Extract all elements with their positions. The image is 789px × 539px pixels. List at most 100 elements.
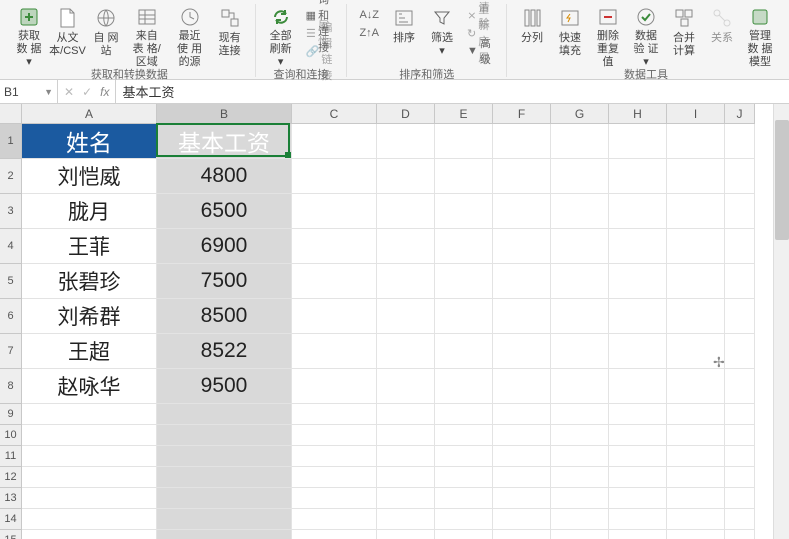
column-header[interactable]: B [157,104,292,124]
cell[interactable] [551,299,609,334]
select-all-corner[interactable] [0,104,22,124]
cell[interactable] [377,425,435,446]
cell[interactable] [435,369,493,404]
cell[interactable] [292,124,377,159]
cell[interactable]: 赵咏华 [22,369,157,404]
cell[interactable] [157,488,292,509]
sort-desc-button[interactable]: Z↑A [355,24,383,42]
cell[interactable] [667,425,725,446]
cell[interactable] [435,159,493,194]
column-header[interactable]: C [292,104,377,124]
cell[interactable] [435,334,493,369]
cell[interactable] [435,404,493,425]
filter-button[interactable]: 筛选 ▾ [423,4,461,64]
from-web-button[interactable]: 自 网站 [87,4,125,64]
cell[interactable] [725,124,755,159]
row-header[interactable]: 13 [0,488,22,509]
cell[interactable] [725,488,755,509]
cell[interactable] [609,264,667,299]
cell[interactable] [22,530,157,539]
cell[interactable] [609,404,667,425]
cell[interactable] [435,299,493,334]
cell[interactable] [609,334,667,369]
cell[interactable] [22,467,157,488]
cell[interactable] [551,488,609,509]
cell[interactable] [493,404,551,425]
cell[interactable] [667,264,725,299]
column-header[interactable]: F [493,104,551,124]
row-header[interactable]: 14 [0,509,22,530]
cell[interactable] [609,299,667,334]
cell[interactable] [725,159,755,194]
cell[interactable] [377,299,435,334]
cell[interactable] [725,334,755,369]
cell[interactable] [377,509,435,530]
row-header[interactable]: 3 [0,194,22,229]
cell[interactable] [725,467,755,488]
cell[interactable] [493,159,551,194]
column-header[interactable]: G [551,104,609,124]
cell[interactable] [493,369,551,404]
cell[interactable] [609,159,667,194]
cell[interactable] [551,425,609,446]
cell[interactable]: 王超 [22,334,157,369]
cell[interactable] [157,404,292,425]
cell[interactable] [292,194,377,229]
cell[interactable] [157,509,292,530]
text-to-columns-button[interactable]: 分列 [513,4,551,64]
cell[interactable] [292,159,377,194]
cell[interactable]: 6900 [157,229,292,264]
column-header[interactable]: A [22,104,157,124]
formula-input[interactable]: 基本工资 [116,80,789,103]
cell[interactable] [292,425,377,446]
cell[interactable]: 8522 [157,334,292,369]
refresh-all-button[interactable]: 全部刷新 ▾ [262,4,300,64]
cell[interactable] [551,369,609,404]
cell[interactable]: 王菲 [22,229,157,264]
cell[interactable] [609,467,667,488]
cell[interactable]: 8500 [157,299,292,334]
cell[interactable] [551,334,609,369]
from-table-range-button[interactable]: 来自表 格/区域 [125,4,169,64]
column-header[interactable]: J [725,104,755,124]
cell[interactable] [22,488,157,509]
cell[interactable] [435,264,493,299]
sort-asc-button[interactable]: A↓Z [355,6,383,24]
cell[interactable] [551,194,609,229]
cell[interactable] [667,124,725,159]
cell[interactable] [435,229,493,264]
cell[interactable] [377,264,435,299]
cell[interactable] [292,509,377,530]
cell[interactable] [667,467,725,488]
vertical-scrollbar[interactable] [773,104,789,539]
sort-button[interactable]: 排序 [385,4,423,64]
cell[interactable] [667,530,725,539]
cell[interactable] [609,124,667,159]
row-header[interactable]: 2 [0,159,22,194]
cell[interactable] [292,264,377,299]
cell[interactable] [292,530,377,539]
cell[interactable]: 刘希群 [22,299,157,334]
row-header[interactable]: 10 [0,425,22,446]
row-header[interactable]: 5 [0,264,22,299]
cell[interactable] [551,467,609,488]
cell[interactable] [725,264,755,299]
cell[interactable] [435,446,493,467]
cell[interactable] [667,488,725,509]
cell[interactable] [667,509,725,530]
formula-enter-button[interactable]: ✓ [82,85,92,99]
cell[interactable] [435,467,493,488]
cell[interactable] [725,446,755,467]
cell[interactable] [292,299,377,334]
cell[interactable] [725,194,755,229]
cell[interactable] [551,124,609,159]
cell[interactable] [725,299,755,334]
cell[interactable] [551,264,609,299]
column-header[interactable]: E [435,104,493,124]
cell[interactable] [493,124,551,159]
cell[interactable] [725,530,755,539]
cell[interactable] [435,124,493,159]
cell[interactable] [493,467,551,488]
cell[interactable] [609,488,667,509]
cell[interactable] [377,194,435,229]
